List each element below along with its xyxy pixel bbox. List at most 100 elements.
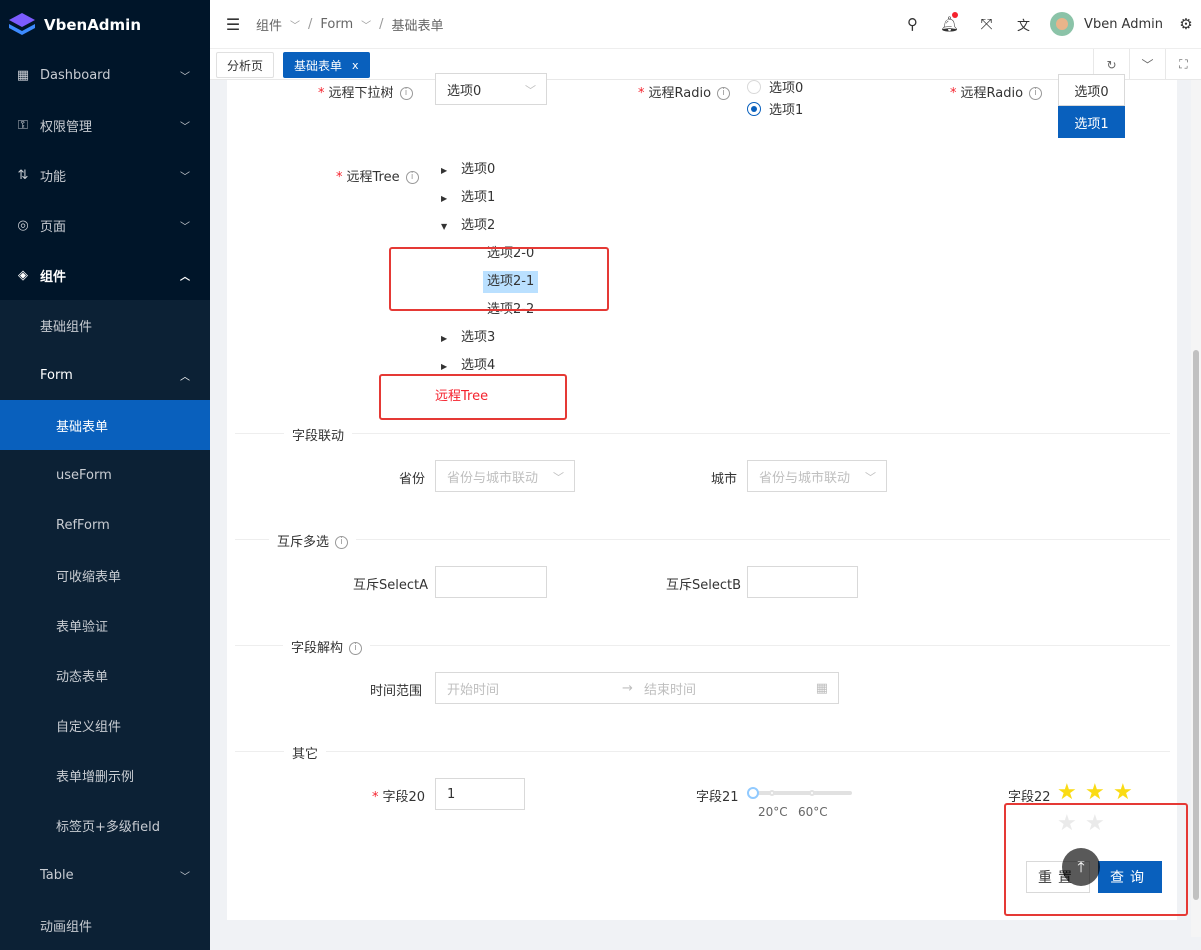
chevron-down-icon[interactable]: ﹀	[1129, 49, 1165, 80]
sidebar-item-page[interactable]: ◎ 页面 ﹀	[0, 200, 210, 250]
sidebar-item-label: 功能	[40, 169, 67, 185]
sidebar-item-form-crud[interactable]: 表单增删示例	[0, 750, 210, 800]
sidebar-item-label: Dashboard	[40, 67, 111, 83]
star-icon-filled[interactable]: ★	[1057, 780, 1077, 805]
slider-mark-label: 60°C	[798, 805, 828, 819]
caret-right-icon[interactable]: ▶	[441, 334, 457, 343]
time-range-picker[interactable]: 开始时间 → 结束时间 ▦	[435, 672, 839, 704]
sidebar-item-feature[interactable]: ⇅ 功能 ﹀	[0, 150, 210, 200]
user-name[interactable]: Vben Admin	[1084, 17, 1163, 32]
remote-tree-select[interactable]: 选项0 ﹀	[435, 73, 547, 105]
tab-basic-form[interactable]: 基础表单 x	[283, 52, 370, 78]
remote-tree-label: * 远程Tree i	[336, 166, 419, 185]
selectB-select[interactable]	[747, 566, 858, 598]
sidebar-item-custom-component[interactable]: 自定义组件	[0, 700, 210, 750]
sidebar: VbenAdmin ▦ Dashboard ﹀ ⚿ 权限管理 ﹀ ⇅ 功能 ﹀ …	[0, 0, 210, 950]
sidebar-item-label: 标签页+多级field	[56, 819, 160, 835]
breadcrumb-separator: /	[308, 16, 313, 32]
fullscreen-icon[interactable]: ⤧	[968, 15, 1005, 33]
sidebar-item-form[interactable]: Form ︿	[0, 350, 210, 400]
notification-dot	[952, 12, 959, 18]
chevron-up-icon: ︿	[180, 372, 190, 383]
maximize-icon[interactable]: ⛶	[1165, 49, 1201, 80]
sidebar-item-tabs-multi-field[interactable]: 标签页+多级field	[0, 800, 210, 850]
end-time-placeholder[interactable]: 结束时间	[644, 679, 696, 698]
app-logo[interactable]: VbenAdmin	[0, 0, 210, 50]
settings-icon[interactable]: ⚙	[1171, 15, 1201, 33]
tree-node[interactable]: ▶ 选项3	[441, 326, 499, 350]
chevron-down-icon: ﹀	[180, 122, 190, 133]
tree-node[interactable]: ▶ 选项0	[441, 158, 499, 182]
city-label: 城市	[711, 472, 738, 487]
caret-right-icon[interactable]: ▶	[441, 194, 457, 203]
sidebar-item-dashboard[interactable]: ▦ Dashboard ﹀	[0, 50, 210, 100]
field20-input[interactable]: 1	[435, 778, 525, 810]
chevron-down-icon: ﹀	[553, 471, 564, 484]
search-icon[interactable]: ⚲	[894, 15, 931, 33]
breadcrumb-item[interactable]: Form	[320, 17, 353, 32]
sidebar-item-form-validation[interactable]: 表单验证	[0, 600, 210, 650]
breadcrumb-item[interactable]: 组件	[256, 15, 282, 34]
sidebar-item-dynamic-form[interactable]: 动态表单	[0, 650, 210, 700]
selectA-select[interactable]	[435, 566, 547, 598]
sidebar-item-basic-form[interactable]: 基础表单	[0, 400, 210, 450]
field21-slider-handle[interactable]	[747, 787, 759, 799]
divider	[235, 433, 1170, 434]
info-icon: i	[335, 536, 349, 549]
chevron-down-icon: ﹀	[180, 172, 190, 183]
tab-label: 基础表单	[294, 58, 343, 73]
section-title: 字段解构 i	[283, 637, 371, 656]
radio-button-option-0[interactable]: 选项0	[1058, 74, 1125, 106]
province-select[interactable]: 省份与城市联动 ﹀	[435, 460, 575, 492]
remote-radio-label: * 远程Radio i	[638, 82, 731, 101]
chevron-down-icon: ﹀	[525, 84, 536, 97]
sidebar-item-label: 表单验证	[56, 619, 109, 635]
sidebar-item-animation[interactable]: 动画组件	[0, 900, 210, 950]
remote-tree-select-label: * 远程下拉树 i	[318, 82, 413, 101]
sidebar-item-label: 权限管理	[40, 119, 93, 135]
section-title: 其它	[284, 743, 327, 762]
tree-node[interactable]: ▼ 选项2	[441, 214, 499, 238]
sidebar-item-label: 动画组件	[40, 919, 93, 935]
translate-icon[interactable]: 文	[1005, 15, 1042, 34]
bell-icon[interactable]: 🔔︎	[931, 12, 968, 33]
field20-label: * 字段20	[372, 790, 426, 805]
sidebar-item-table[interactable]: Table ﹀	[0, 850, 210, 900]
caret-right-icon[interactable]: ▶	[441, 166, 457, 175]
scrollbar[interactable]	[1191, 80, 1201, 937]
field21-slider-track[interactable]	[753, 791, 852, 795]
slider-mark-dot	[769, 790, 775, 796]
sidebar-item-useform[interactable]: useForm	[0, 450, 210, 500]
city-select[interactable]: 省份与城市联动 ﹀	[747, 460, 887, 492]
sidebar-item-label: 可收缩表单	[56, 569, 122, 585]
sidebar-item-permission[interactable]: ⚿ 权限管理 ﹀	[0, 100, 210, 150]
chevron-down-icon: ﹀	[361, 20, 372, 32]
avatar[interactable]	[1050, 12, 1075, 36]
radio-option-1[interactable]: 选项1	[747, 99, 803, 118]
radio-option-0[interactable]: 选项0	[747, 77, 803, 96]
radio-circle-checked[interactable]	[747, 101, 761, 116]
caret-down-icon[interactable]: ▼	[441, 222, 457, 231]
close-icon[interactable]: x	[352, 59, 359, 72]
caret-right-icon[interactable]: ▶	[441, 362, 457, 371]
info-icon: i	[717, 87, 731, 100]
radio-circle[interactable]	[747, 79, 761, 94]
chevron-down-icon: ﹀	[290, 20, 301, 32]
tab-analysis[interactable]: 分析页	[216, 52, 275, 78]
radio-button-option-1[interactable]: 选项1	[1058, 106, 1125, 138]
province-label: 省份	[399, 472, 426, 487]
sidebar-item-label: 组件	[40, 269, 67, 285]
menu-fold-icon[interactable]: ☰	[210, 15, 256, 34]
sidebar-item-label: Form	[40, 367, 73, 383]
tree-node[interactable]: ▶ 选项1	[441, 186, 499, 210]
sidebar-item-collapsible-form[interactable]: 可收缩表单	[0, 550, 210, 600]
sidebar-item-refform[interactable]: RefForm	[0, 500, 210, 550]
sidebar-form-submenu: 基础表单 useForm RefForm 可收缩表单 表单验证 动态表单 自定义…	[0, 400, 210, 850]
scrollbar-thumb[interactable]	[1193, 350, 1199, 900]
star-icon-filled[interactable]: ★	[1085, 780, 1105, 805]
arrow-right-icon: →	[622, 680, 633, 696]
start-time-placeholder[interactable]: 开始时间	[447, 679, 499, 698]
star-icon-filled[interactable]: ★	[1113, 780, 1133, 805]
sidebar-item-components[interactable]: ◈ 组件 ︿	[0, 250, 210, 300]
sidebar-item-basic-components[interactable]: 基础组件	[0, 300, 210, 350]
